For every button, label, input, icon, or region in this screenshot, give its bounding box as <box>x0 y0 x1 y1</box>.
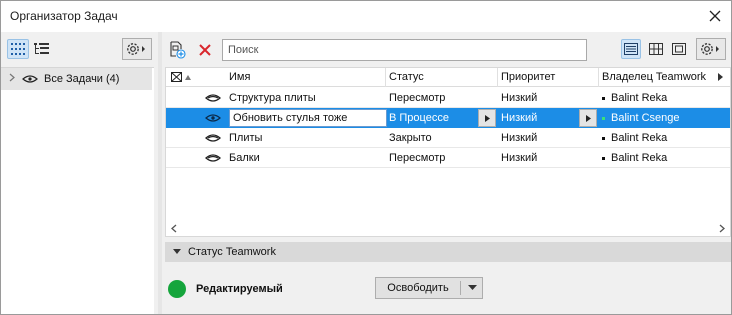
chevron-right-icon <box>719 224 725 232</box>
gear-icon <box>701 43 719 55</box>
scroll-thumb[interactable] <box>182 224 714 232</box>
table-header: Имя Статус Приоритет Владелец Teamwork <box>166 68 730 87</box>
task-name: Плиты <box>229 132 263 144</box>
task-status: Закрыто <box>389 132 432 144</box>
owner-dot <box>602 156 605 160</box>
task-owner: Balint Csenge <box>599 108 711 128</box>
chevron-left-icon <box>171 224 177 232</box>
table-row[interactable]: Балки Пересмотр Низкий Balint Reka <box>166 148 730 168</box>
horizontal-scrollbar[interactable] <box>166 220 730 236</box>
task-name: Структура плиты <box>229 92 316 104</box>
grid-view-button[interactable] <box>7 39 29 59</box>
status-dropdown-button[interactable] <box>478 109 496 127</box>
table-row[interactable]: Структура плиты Пересмотр Низкий Balint … <box>166 88 730 108</box>
scroll-right-button[interactable] <box>714 220 730 236</box>
teamwork-status-indicator <box>168 280 186 298</box>
teamwork-section-label: Статус Teamwork <box>188 246 276 258</box>
column-header-visibility[interactable] <box>168 68 198 87</box>
delete-task-button[interactable] <box>195 40 215 60</box>
triangle-right-icon <box>484 114 490 122</box>
single-view-button[interactable] <box>669 39 689 59</box>
task-priority: Низкий <box>501 152 538 164</box>
owner-dot <box>602 96 605 100</box>
eye-icon[interactable] <box>202 128 224 148</box>
right-panel: Имя Статус Приоритет Владелец Teamwork <box>162 32 731 314</box>
left-panel: Все Задачи (4) <box>1 32 158 314</box>
task-table: Имя Статус Приоритет Владелец Teamwork С… <box>165 67 731 237</box>
tile-view-icon <box>649 43 663 55</box>
column-header-status[interactable]: Статус <box>386 68 496 87</box>
triangle-right-icon <box>718 73 723 81</box>
close-icon <box>709 10 721 22</box>
gear-icon <box>127 43 145 55</box>
new-task-button[interactable] <box>168 40 188 60</box>
list-view-button[interactable] <box>621 39 641 59</box>
window-title: Организатор Задач <box>10 9 118 23</box>
close-button[interactable] <box>703 4 727 28</box>
eye-icon[interactable] <box>202 108 224 128</box>
release-dropdown-button[interactable] <box>462 278 482 298</box>
teamwork-section-header[interactable]: Статус Teamwork <box>165 242 731 262</box>
scroll-columns-right-button[interactable] <box>714 68 730 87</box>
eye-icon[interactable] <box>202 148 224 168</box>
task-status: Пересмотр <box>389 92 446 104</box>
task-priority: Низкий <box>501 92 538 104</box>
column-header-owner[interactable]: Владелец Teamwork <box>599 68 711 87</box>
task-priority: Низкий <box>501 132 538 144</box>
task-owner: Balint Reka <box>599 88 711 108</box>
chevron-down-icon <box>467 285 477 290</box>
tree-item-all-tasks[interactable]: Все Задачи (4) <box>1 68 152 90</box>
search-field[interactable] <box>222 39 587 61</box>
tree-list-icon <box>34 42 49 54</box>
new-task-icon <box>170 41 186 59</box>
sort-filter-icon <box>171 72 191 82</box>
tree-item-label: Все Задачи (4) <box>44 73 120 85</box>
task-owner: Balint Reka <box>599 148 711 168</box>
task-toolbar <box>162 32 731 66</box>
search-input[interactable] <box>223 40 586 60</box>
single-view-icon <box>672 43 686 55</box>
task-name: Балки <box>229 152 260 164</box>
triangle-right-icon <box>585 114 591 122</box>
priority-dropdown-button[interactable] <box>579 109 597 127</box>
teamwork-status-label: Редактируемый <box>196 283 283 295</box>
right-settings-button[interactable] <box>696 38 726 60</box>
eye-icon <box>22 74 38 84</box>
task-priority: Низкий <box>501 112 538 124</box>
column-header-name[interactable]: Имя <box>226 68 386 87</box>
owner-dot <box>602 116 605 120</box>
window-body: Все Задачи (4) Поиск Имя Статус Приорите… <box>1 32 731 314</box>
task-name-edit-field[interactable]: Обновить стулья тоже <box>229 109 387 127</box>
tree-view-button[interactable] <box>32 39 52 59</box>
dot-grid-icon <box>11 43 25 55</box>
table-row-selected[interactable]: Обновить стулья тоже В Процессе Низкий B… <box>166 108 730 128</box>
task-status: Пересмотр <box>389 152 446 164</box>
left-settings-button[interactable] <box>122 38 152 60</box>
release-button[interactable]: Освободить <box>376 278 460 298</box>
table-row[interactable]: Плиты Закрыто Низкий Balint Reka <box>166 128 730 148</box>
owner-dot <box>602 136 605 140</box>
task-manager-window: Организатор Задач Все Задачи (4) Поиск И… <box>0 0 732 315</box>
task-tree: Все Задачи (4) <box>1 67 154 314</box>
collapse-triangle-icon[interactable] <box>173 249 183 255</box>
chevron-right-icon[interactable] <box>4 73 20 85</box>
delete-x-icon <box>199 44 211 56</box>
scroll-left-button[interactable] <box>166 220 182 236</box>
list-view-icon <box>624 43 638 55</box>
column-header-priority[interactable]: Приоритет <box>498 68 598 87</box>
eye-icon[interactable] <box>202 88 224 108</box>
task-owner: Balint Reka <box>599 128 711 148</box>
tile-view-button[interactable] <box>646 39 666 59</box>
left-toolbar <box>1 32 158 64</box>
title-bar: Организатор Задач <box>1 1 731 32</box>
release-split-button[interactable]: Освободить <box>375 277 483 299</box>
task-status: В Процессе <box>389 112 449 124</box>
